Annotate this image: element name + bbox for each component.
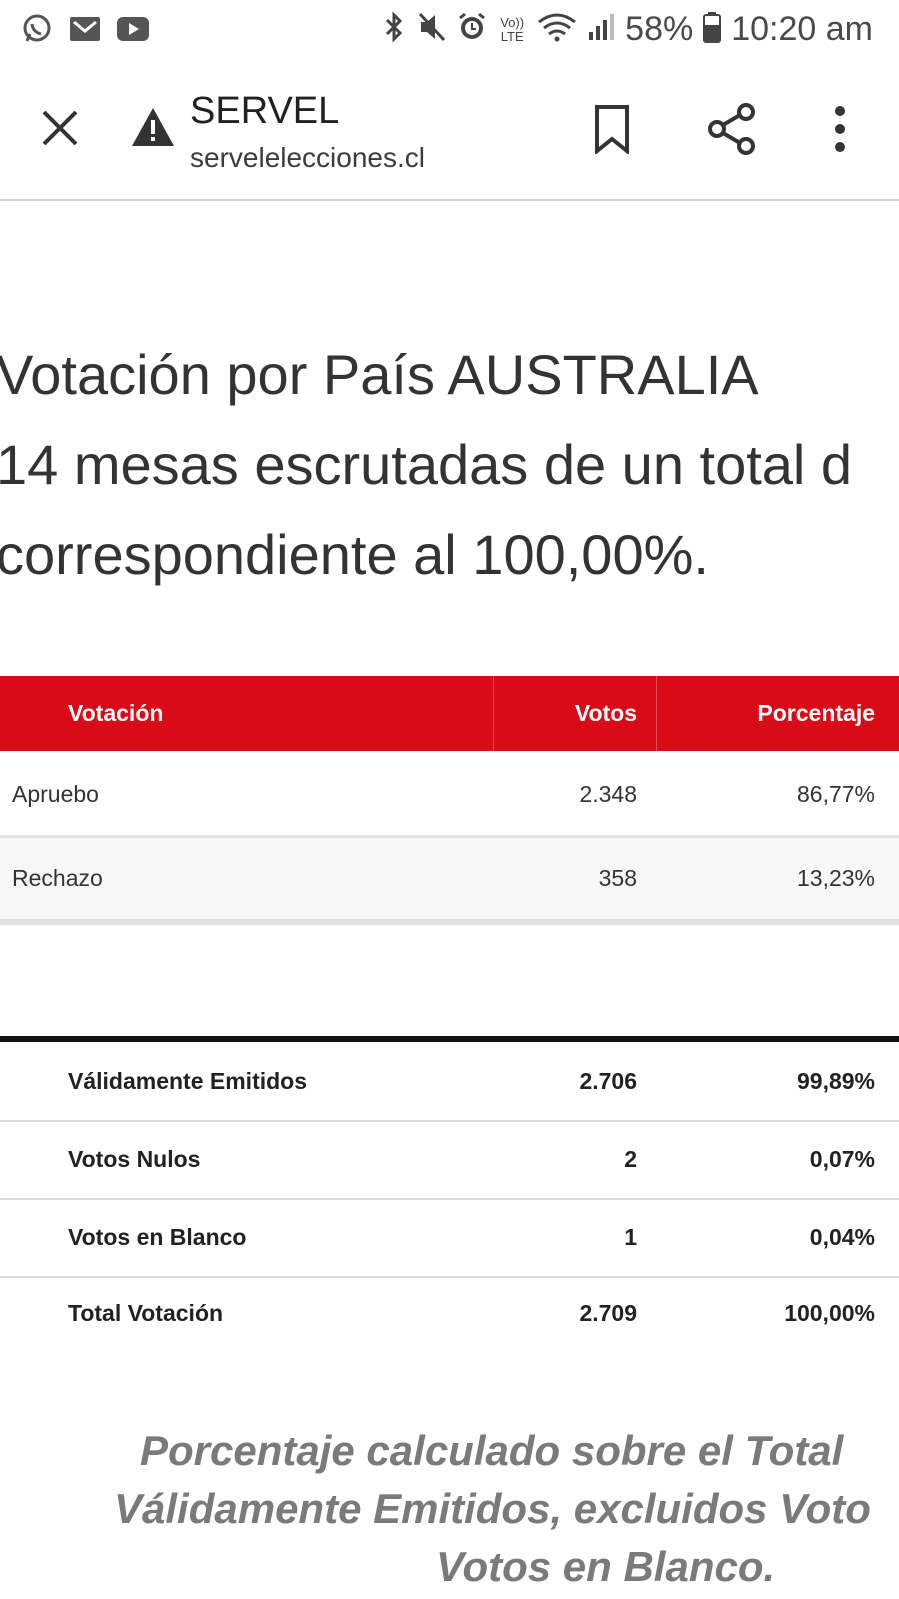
bluetooth-icon bbox=[381, 11, 407, 48]
summary-percentage: 100,00% bbox=[784, 1300, 875, 1326]
summary-row-total: Total Votación 2.709 100,00% bbox=[0, 1274, 899, 1352]
youtube-icon bbox=[116, 12, 150, 46]
summary-percentage: 0,04% bbox=[809, 1224, 875, 1250]
wifi-icon bbox=[537, 12, 577, 47]
whatsapp-icon bbox=[20, 12, 54, 46]
summary-percentage: 99,89% bbox=[796, 1068, 875, 1094]
option-label: Apruebo bbox=[12, 781, 99, 807]
custom-tab-toolbar: SERVEL servelelecciones.cl bbox=[0, 64, 899, 201]
heading-line: 14 mesas escrutadas de un total d bbox=[0, 433, 853, 496]
column-header-porcentaje[interactable]: Porcentaje bbox=[757, 676, 875, 751]
heading-line: correspondiente al 100,00%. bbox=[0, 523, 709, 586]
battery-percent: 58% bbox=[625, 10, 694, 48]
summary-votes: 2.709 bbox=[579, 1300, 637, 1326]
summary-label: Total Votación bbox=[68, 1300, 224, 1326]
summary-votes: 2.706 bbox=[579, 1068, 637, 1094]
summary-label: Válidamente Emitidos bbox=[68, 1068, 308, 1094]
footnote-line: Votos en Blanco. bbox=[436, 1543, 776, 1590]
results-table-header: Votación Votos Porcentaje bbox=[0, 676, 899, 751]
column-divider bbox=[493, 676, 494, 751]
column-header-votos[interactable]: Votos bbox=[575, 676, 637, 751]
close-icon[interactable] bbox=[36, 104, 84, 152]
volte-icon: Vo)) LTE bbox=[500, 14, 525, 44]
share-icon[interactable] bbox=[706, 102, 758, 156]
option-label: Rechazo bbox=[12, 865, 103, 891]
page-title: SERVEL bbox=[190, 90, 340, 132]
table-row: Rechazo 358 13,23% bbox=[0, 838, 899, 925]
signal-icon bbox=[587, 12, 615, 47]
summary-percentage: 0,07% bbox=[809, 1146, 875, 1172]
mute-icon bbox=[417, 11, 447, 48]
column-header-votacion[interactable]: Votación bbox=[68, 676, 163, 751]
summary-row: Votos en Blanco 1 0,04% bbox=[0, 1198, 899, 1278]
footnote-line: Porcentaje calculado sobre el Total bbox=[140, 1427, 844, 1474]
alarm-icon bbox=[457, 11, 487, 48]
warning-icon[interactable] bbox=[130, 106, 176, 148]
gmail-icon bbox=[68, 12, 102, 46]
page-url[interactable]: servelelecciones.cl bbox=[190, 142, 425, 174]
summary-label: Votos en Blanco bbox=[68, 1224, 247, 1250]
option-percentage: 86,77% bbox=[796, 781, 875, 807]
bookmark-icon[interactable] bbox=[592, 104, 632, 156]
option-percentage: 13,23% bbox=[796, 865, 875, 891]
results-heading: Votación por País AUSTRALIA 14 mesas esc… bbox=[0, 330, 899, 600]
battery-icon bbox=[703, 11, 722, 48]
option-votes: 358 bbox=[598, 865, 637, 891]
heading-line: Votación por País AUSTRALIA bbox=[0, 343, 759, 406]
summary-votes: 2 bbox=[624, 1146, 637, 1172]
summary-votes: 1 bbox=[624, 1224, 637, 1250]
option-votes: 2.348 bbox=[579, 781, 637, 807]
summary-row: Votos Nulos 2 0,07% bbox=[0, 1120, 899, 1200]
footnote-line: Válidamente Emitidos, excluidos Voto bbox=[114, 1485, 871, 1532]
summary-row: Válidamente Emitidos 2.706 99,89% bbox=[0, 1042, 899, 1122]
more-options-icon[interactable] bbox=[830, 104, 850, 154]
table-row: Apruebo 2.348 86,77% bbox=[0, 754, 899, 838]
status-bar: Vo)) LTE 58% 10:20 am bbox=[0, 0, 899, 64]
clock: 10:20 am bbox=[731, 10, 873, 48]
summary-label: Votos Nulos bbox=[68, 1146, 201, 1172]
column-divider bbox=[656, 676, 657, 751]
